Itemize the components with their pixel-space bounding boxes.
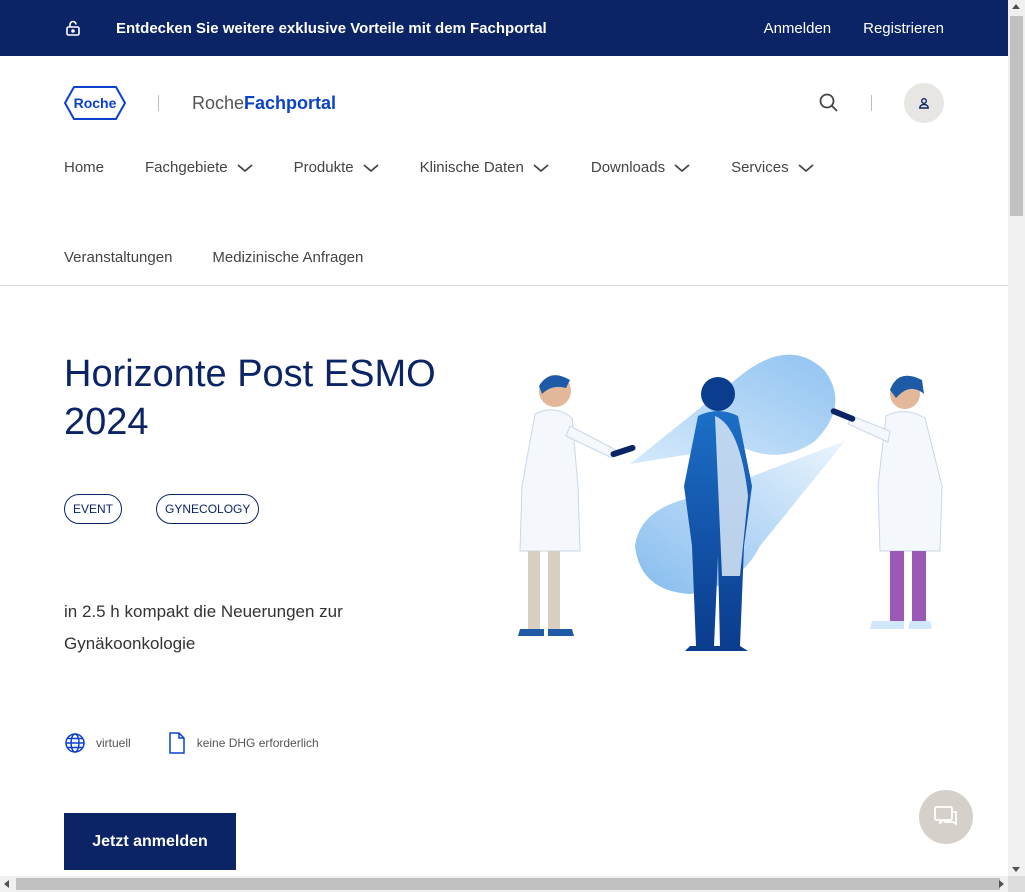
tag-chip-event[interactable]: EVENT [64,494,123,524]
tag-list: EVENT GYNECOLOGY [64,494,260,524]
nav-item-veranstaltungen[interactable]: Veranstaltungen [64,249,172,266]
vertical-scrollbar[interactable] [1008,0,1025,876]
chevron-down-icon [674,163,690,172]
brand-prefix: Roche [192,92,245,113]
nav-item-label: Home [64,159,105,176]
meta-certification-label: keine DHG erforderlich [196,736,319,750]
brand-bold: Fachportal [244,92,337,113]
scroll-right-arrow-icon[interactable] [999,880,1004,888]
promo-text: Entdecken Sie weitere exklusive Vorteile… [116,19,547,37]
horizontal-scroll-thumb[interactable] [16,878,1000,890]
scroll-up-arrow-icon[interactable] [1012,4,1020,9]
header-divider [158,95,159,111]
nav-item-downloads[interactable]: Downloads [591,159,691,176]
brand-name[interactable]: RocheFachportal [192,93,336,114]
user-icon [919,98,929,109]
hero-illustration [518,354,943,651]
nav-item-label: Klinische Daten [419,159,524,176]
register-now-button[interactable]: Jetzt anmelden [64,813,236,870]
chevron-down-icon [236,163,253,172]
scroll-down-arrow-icon[interactable] [1012,867,1020,872]
page-title: Horizonte Post ESMO 2024 [64,353,436,443]
roche-logo-text: Roche [74,95,117,111]
nav-item-produkte[interactable]: Produkte [294,159,380,176]
nav-row-secondary: Veranstaltungen Medizinische Anfragen [64,249,363,266]
meta-location: virtuell [64,732,131,754]
login-link[interactable]: Anmelden [764,20,832,37]
chevron-down-icon [363,163,379,172]
nav-item-label: Fachgebiete [145,159,228,176]
chat-icon [934,806,957,826]
document-icon [168,732,185,754]
meta-location-label: virtuell [96,736,131,750]
user-avatar-button[interactable] [904,83,944,123]
nav-item-label: Veranstaltungen [64,249,173,266]
nav-row-primary: Home Fachgebiete Produkte Klinische Date… [64,159,815,176]
nav-item-home[interactable]: Home [64,159,104,176]
vertical-scroll-thumb[interactable] [1010,16,1023,216]
roche-logo[interactable]: Roche [64,86,126,120]
nav-item-fachgebiete[interactable]: Fachgebiete [145,159,254,176]
nav-item-medizinische-anfragen[interactable]: Medizinische Anfragen [212,249,363,266]
meta-certification: keine DHG erforderlich [167,732,319,754]
globe-icon [65,733,85,753]
event-hero: Horizonte Post ESMO 2024 EVENT GYNECOLOG… [0,286,1008,876]
nav-item-label: Produkte [293,159,354,176]
register-link[interactable]: Registrieren [863,20,944,37]
nav-item-label: Services [731,159,789,176]
promo-bar: Entdecken Sie weitere exklusive Vorteile… [0,0,1008,56]
search-icon[interactable] [817,91,841,115]
event-description: in 2.5 h kompakt die Neuerungen zur Gynä… [64,602,343,653]
chevron-down-icon [798,163,814,172]
lock-icon [64,19,82,37]
page-viewport: Entdecken Sie weitere exklusive Vorteile… [0,0,1008,876]
main-navigation: Home Fachgebiete Produkte Klinische Date… [0,150,1008,286]
account-links: Anmelden Registrieren [764,20,944,37]
scrollbar-corner [1008,876,1025,892]
header-divider-right [871,95,872,111]
site-header: Roche RocheFachportal [0,56,1008,150]
nav-item-klinische-daten[interactable]: Klinische Daten [420,159,550,176]
event-meta: virtuell keine DHG erforderlich [64,732,319,754]
chat-button[interactable] [919,790,973,844]
nav-item-services[interactable]: Services [731,159,815,176]
chevron-down-icon [533,163,549,172]
horizontal-scrollbar[interactable] [0,876,1008,892]
scroll-left-arrow-icon[interactable] [4,880,9,888]
nav-item-label: Medizinische Anfragen [212,249,364,266]
nav-item-label: Downloads [590,159,666,176]
tag-chip-gynecology[interactable]: GYNECOLOGY [156,494,260,524]
